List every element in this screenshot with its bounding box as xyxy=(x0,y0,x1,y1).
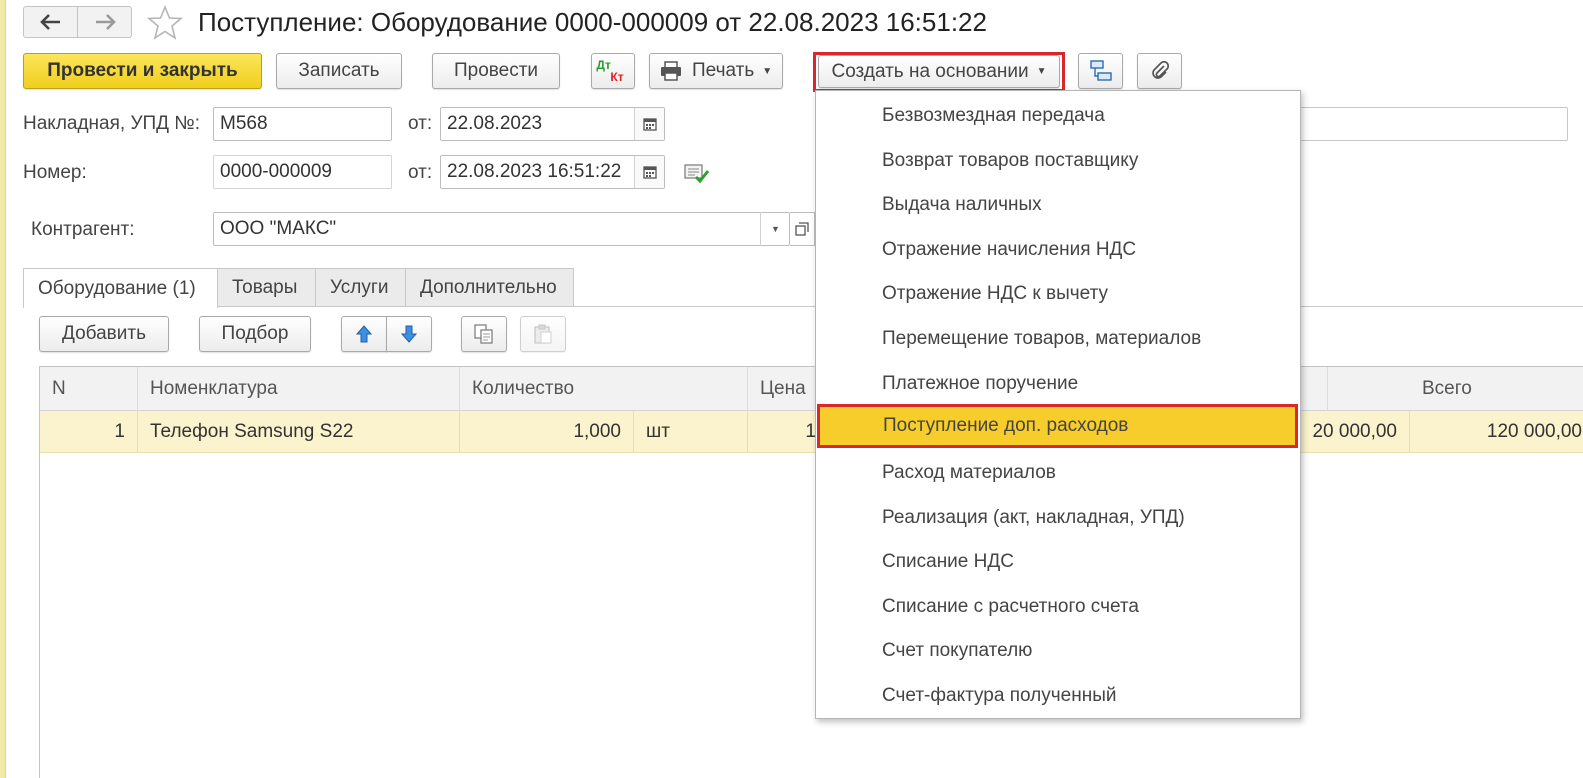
contractor-input[interactable]: ООО "МАКС" xyxy=(213,212,790,246)
menu-item[interactable]: Платежное поручение xyxy=(816,362,1300,406)
favorite-star-icon[interactable] xyxy=(146,4,184,42)
dt-kt-icon: Дт Кт xyxy=(596,59,624,84)
contractor-open-button[interactable] xyxy=(790,212,815,246)
menu-item[interactable]: Безвозмездная передача xyxy=(816,94,1300,138)
table-header: N Номенклатура Количество Цена Всего xyxy=(40,367,1583,411)
arrow-right-icon xyxy=(95,14,116,30)
chevron-down-icon: ▼ xyxy=(762,65,773,77)
menu-item[interactable]: Отражение НДС к вычету xyxy=(816,272,1300,316)
column-header-nomenclature[interactable]: Номенклатура xyxy=(138,367,460,411)
printer-icon xyxy=(661,61,681,81)
window-left-edge xyxy=(0,0,6,778)
menu-item[interactable]: Реализация (акт, накладная, УПД) xyxy=(816,496,1300,540)
tab-bar: Оборудование (1) Товары Услуги Дополните… xyxy=(23,268,574,308)
attach-button[interactable] xyxy=(1137,53,1182,89)
cell-total: 120 000,00 xyxy=(1486,421,1582,442)
menu-item[interactable]: Списание НДС xyxy=(816,540,1300,584)
nav-buttons xyxy=(23,6,132,38)
invoice-number-label: Накладная, УПД №: xyxy=(23,113,200,134)
add-button[interactable]: Добавить xyxy=(39,316,169,352)
tab-divider xyxy=(23,306,1583,307)
menu-item[interactable]: Счет покупателю xyxy=(816,629,1300,673)
create-based-label: Создать на основании xyxy=(831,60,1029,82)
menu-item[interactable]: Выдача наличных xyxy=(816,183,1300,227)
move-down-button[interactable] xyxy=(386,316,432,352)
equipment-table: N Номенклатура Количество Цена Всего 1 Т… xyxy=(39,366,1583,778)
invoice-date-value: 22.08.2023 xyxy=(447,113,543,134)
contractor-label: Контрагент: xyxy=(31,219,135,240)
print-label: Печать xyxy=(692,60,755,81)
move-up-button[interactable] xyxy=(341,316,387,352)
number-date-value: 22.08.2023 16:51:22 xyxy=(447,161,622,182)
chevron-down-icon: ▼ xyxy=(771,224,780,234)
arrow-up-icon xyxy=(355,325,373,343)
menu-item[interactable]: Списание с расчетного счета xyxy=(816,585,1300,629)
number-input[interactable]: 0000-000009 xyxy=(213,155,392,189)
page-title: Поступление: Оборудование 0000-000009 от… xyxy=(198,7,987,37)
calendar-icon xyxy=(642,166,657,179)
calendar-button[interactable] xyxy=(634,156,664,188)
create-based-on-menu: Безвозмездная передача Возврат товаров п… xyxy=(815,90,1301,719)
kt-label: Кт xyxy=(610,70,624,84)
menu-item[interactable]: Расход материалов xyxy=(816,451,1300,495)
number-date-input[interactable]: 22.08.2023 16:51:22 xyxy=(440,155,665,189)
back-button[interactable] xyxy=(24,7,77,37)
cell-nomenclature: Телефон Samsung S22 xyxy=(138,411,460,453)
menu-item[interactable]: Возврат товаров поставщику xyxy=(816,139,1300,183)
copy-icon xyxy=(474,324,493,344)
tab-equipment[interactable]: Оборудование (1) xyxy=(23,268,218,308)
tab-additional[interactable]: Дополнительно xyxy=(405,268,574,307)
document-structure-icon xyxy=(1089,60,1112,81)
tab-services[interactable]: Услуги xyxy=(315,268,406,307)
column-header-quantity[interactable]: Количество xyxy=(460,367,748,411)
print-button[interactable]: Печать ▼ xyxy=(649,53,783,89)
structure-button[interactable] xyxy=(1078,53,1123,89)
paste-button[interactable] xyxy=(520,316,566,352)
arrow-left-icon xyxy=(39,14,60,30)
cell-n: 1 xyxy=(40,411,138,453)
create-based-on-button[interactable]: Создать на основании ▼ xyxy=(818,55,1060,88)
save-button[interactable]: Записать xyxy=(276,53,402,89)
open-window-icon xyxy=(795,222,809,236)
post-button[interactable]: Провести xyxy=(432,53,560,89)
hidden-field-edge xyxy=(1290,107,1568,141)
tab-goods[interactable]: Товары xyxy=(217,268,316,307)
post-and-close-button[interactable]: Провести и закрыть xyxy=(23,53,262,89)
paperclip-icon xyxy=(1151,60,1169,79)
column-header-total[interactable]: Всего xyxy=(1410,367,1583,411)
forward-button[interactable] xyxy=(77,7,131,37)
menu-item[interactable]: Счет-фактура полученный xyxy=(816,674,1300,718)
table-row[interactable]: 1 Телефон Samsung S22 1,000 шт 1 20 000,… xyxy=(40,411,1583,453)
menu-item[interactable]: Отражение начисления НДС xyxy=(816,228,1300,272)
cell-quantity: 1,000 xyxy=(460,411,634,453)
dt-kt-button[interactable]: Дт Кт xyxy=(591,53,635,89)
arrow-down-icon xyxy=(400,325,418,343)
calendar-button[interactable] xyxy=(634,108,664,140)
pick-button[interactable]: Подбор xyxy=(199,316,311,352)
number-date-label: от: xyxy=(408,162,433,183)
cell-unit: шт xyxy=(634,411,748,453)
posted-check-icon[interactable] xyxy=(684,160,710,184)
paste-icon xyxy=(534,324,552,344)
invoice-date-input[interactable]: 22.08.2023 xyxy=(440,107,665,141)
column-header-n[interactable]: N xyxy=(40,367,138,411)
menu-item[interactable]: Перемещение товаров, материалов xyxy=(816,317,1300,361)
contractor-dropdown-button[interactable]: ▼ xyxy=(760,212,790,246)
menu-item-selected[interactable]: Поступление доп. расходов xyxy=(817,404,1298,448)
calendar-icon xyxy=(642,118,657,131)
number-label: Номер: xyxy=(23,162,87,183)
invoice-number-input[interactable]: М568 xyxy=(213,107,392,141)
copy-button[interactable] xyxy=(461,316,507,352)
chevron-down-icon: ▼ xyxy=(1036,66,1047,77)
invoice-date-label: от: xyxy=(408,113,433,134)
